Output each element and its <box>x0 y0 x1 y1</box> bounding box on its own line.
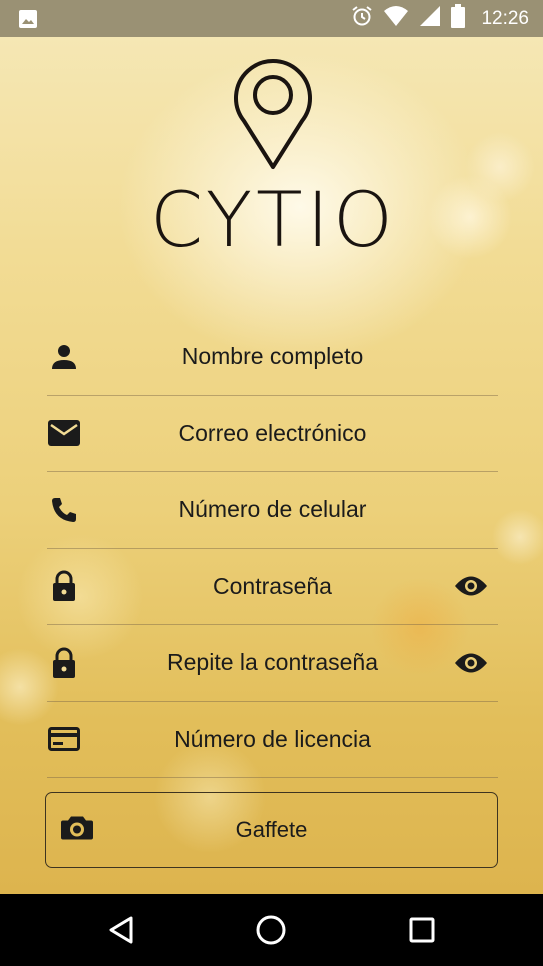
app-logo-text: CYTIO <box>150 175 397 264</box>
full-name-field[interactable]: Nombre completo <box>47 319 498 396</box>
image-icon <box>18 9 38 34</box>
recents-icon[interactable] <box>404 912 440 948</box>
map-pin-icon <box>232 55 314 176</box>
signup-form: Nombre completo Correo electrónico Númer… <box>47 319 498 778</box>
phone-field[interactable]: Número de celular <box>47 472 498 549</box>
password-label: Contraseña <box>213 572 332 599</box>
wifi-icon <box>383 5 409 32</box>
card-icon <box>47 722 81 756</box>
email-label: Correo electrónico <box>178 419 367 446</box>
signal-icon <box>419 5 441 32</box>
badge-photo-button[interactable]: Gaffete <box>45 792 498 868</box>
repeat-password-label: Repite la contraseña <box>167 649 378 676</box>
phone-icon <box>47 493 81 527</box>
alarm-icon <box>351 5 373 32</box>
full-name-label: Nombre completo <box>181 343 364 370</box>
app-logo: CYTIO <box>150 55 395 264</box>
repeat-password-field[interactable]: Repite la contraseña <box>47 625 498 702</box>
eye-icon[interactable] <box>454 569 488 603</box>
navigation-bar <box>0 894 543 966</box>
signup-screen: CYTIO Nombre completo Correo electrónico… <box>0 37 543 894</box>
badge-photo-label: Gaffete <box>235 817 308 842</box>
eye-icon[interactable] <box>454 646 488 680</box>
license-number-field[interactable]: Número de licencia <box>47 702 498 778</box>
clock-time: 12:26 <box>481 7 529 29</box>
home-icon[interactable] <box>253 912 289 948</box>
camera-icon <box>60 815 94 846</box>
phone-label: Número de celular <box>178 496 367 523</box>
person-icon <box>47 340 81 374</box>
back-icon[interactable] <box>103 912 139 948</box>
lock-icon <box>47 569 81 603</box>
lock-icon <box>47 646 81 680</box>
email-field[interactable]: Correo electrónico <box>47 396 498 472</box>
license-number-label: Número de licencia <box>174 725 371 752</box>
mail-icon <box>47 416 81 450</box>
password-field[interactable]: Contraseña <box>47 549 498 625</box>
status-bar: 12:26 <box>0 0 543 37</box>
battery-icon <box>451 4 466 33</box>
